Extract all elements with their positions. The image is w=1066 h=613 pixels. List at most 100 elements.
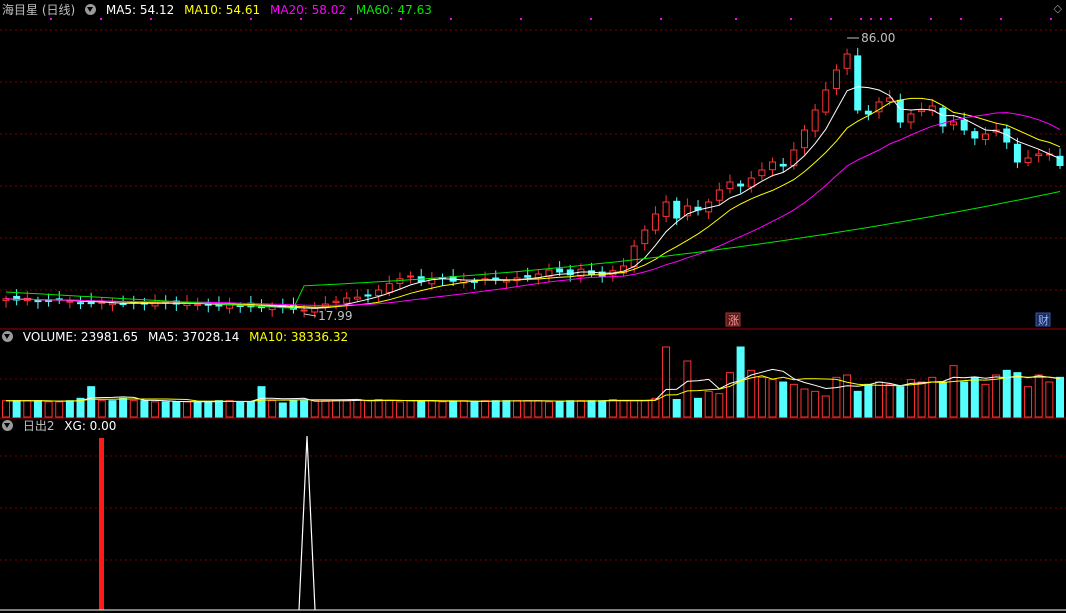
volume-bar xyxy=(374,399,383,418)
volume-value: VOLUME: 23981.65 xyxy=(22,330,139,344)
volume-bar xyxy=(683,360,692,418)
ma60-line xyxy=(5,191,1061,309)
volume-bar xyxy=(779,381,788,418)
volume-bar xyxy=(449,401,458,418)
volume-bar xyxy=(917,381,926,418)
price-chart: 86.00 17.99 涨 财 xyxy=(0,18,1066,330)
volume-bar xyxy=(513,400,522,418)
volume-bar xyxy=(1045,381,1054,418)
cai-marker: 财 xyxy=(1038,313,1049,327)
volume-bar xyxy=(193,401,202,418)
volume-bar xyxy=(566,400,575,418)
volume-bar xyxy=(938,381,947,418)
volume-bar xyxy=(757,376,766,418)
volume-bar xyxy=(172,401,181,418)
volume-bar xyxy=(534,400,543,418)
volume-bar xyxy=(555,401,564,418)
candle xyxy=(811,109,819,132)
volume-bar xyxy=(257,386,266,418)
volume-bar xyxy=(161,401,170,418)
candle xyxy=(77,302,85,305)
signal-panel-header: 日出2 XG: 0.00 xyxy=(2,418,122,434)
volume-bar xyxy=(970,376,979,418)
volume-bar xyxy=(182,401,191,418)
volume-bar xyxy=(12,400,21,418)
signal-chart xyxy=(0,435,1066,611)
volume-bar xyxy=(278,402,287,418)
volume-panel: VOLUME: 23981.65 MA5: 37028.14 MA10: 383… xyxy=(0,329,1066,419)
volume-bar xyxy=(662,346,671,418)
candle xyxy=(556,268,564,273)
candle xyxy=(45,299,53,302)
volume-bar xyxy=(236,401,245,418)
volume-bar xyxy=(864,383,873,418)
candle xyxy=(119,303,127,306)
volume-bar xyxy=(1056,376,1064,418)
marker-dot xyxy=(250,18,252,20)
candle xyxy=(864,110,872,115)
volume-bar xyxy=(875,381,884,418)
signal-xg: XG: 0.00 xyxy=(64,419,117,433)
volume-bar xyxy=(55,401,64,418)
volume-bar xyxy=(214,400,223,418)
zhang-marker: 涨 xyxy=(728,314,739,327)
volume-bar xyxy=(811,390,820,418)
ma20-line xyxy=(5,112,1061,306)
volume-ma10: MA10: 38336.32 xyxy=(249,330,349,344)
marker-dot xyxy=(790,18,792,20)
candle xyxy=(524,275,532,278)
volume-bar xyxy=(2,400,10,418)
volume-bar xyxy=(140,400,149,418)
volume-ma5: MA5: 37028.14 xyxy=(148,330,240,344)
volume-bar xyxy=(438,401,447,418)
candle xyxy=(385,283,393,293)
volume-bar xyxy=(395,401,404,418)
volume-bar xyxy=(246,401,255,418)
volume-bar xyxy=(97,400,106,418)
volume-bar xyxy=(1024,386,1033,418)
candle xyxy=(300,309,308,312)
signal-bar-red xyxy=(99,438,104,610)
marker-dot xyxy=(300,18,302,20)
candle xyxy=(981,133,989,141)
volume-bar xyxy=(321,400,330,418)
volume-bar xyxy=(406,400,415,418)
volume-bar xyxy=(651,397,660,418)
ma10-line xyxy=(5,97,1061,308)
volume-bar xyxy=(587,400,596,418)
marker-dot xyxy=(870,18,872,20)
candle xyxy=(343,297,351,304)
price-panel: 海目星 (日线) MA5: 54.12 MA10: 54.61 MA20: 58… xyxy=(0,0,1066,330)
volume-bar xyxy=(523,400,532,418)
volume-bar xyxy=(332,400,341,418)
candle xyxy=(747,177,755,188)
candle xyxy=(34,300,42,303)
candle xyxy=(673,200,681,219)
candle xyxy=(630,245,638,268)
marker-dot xyxy=(400,18,402,20)
volume-bar xyxy=(289,400,298,418)
volume-bar xyxy=(225,400,234,418)
volume-bar xyxy=(129,400,138,418)
volume-bar xyxy=(789,383,798,418)
volume-bar xyxy=(949,365,958,418)
volume-bar xyxy=(981,383,990,418)
dropdown-icon[interactable] xyxy=(2,331,13,342)
candle xyxy=(108,302,116,306)
candle xyxy=(779,163,787,167)
dropdown-icon[interactable] xyxy=(2,420,13,431)
volume-bar xyxy=(44,401,53,418)
signal-name: 日出2 xyxy=(22,419,55,433)
volume-bar xyxy=(481,400,490,418)
volume-bar xyxy=(310,400,319,418)
volume-bar xyxy=(268,400,277,418)
volume-bar xyxy=(800,388,809,418)
candle xyxy=(896,99,904,123)
volume-bar xyxy=(992,374,1001,418)
volume-bar xyxy=(821,395,830,418)
candle xyxy=(769,161,777,171)
volume-bar xyxy=(353,399,362,418)
marker-dot xyxy=(50,18,52,20)
marker-dot xyxy=(660,18,662,20)
signal-panel: 日出2 XG: 0.00 xyxy=(0,418,1066,613)
